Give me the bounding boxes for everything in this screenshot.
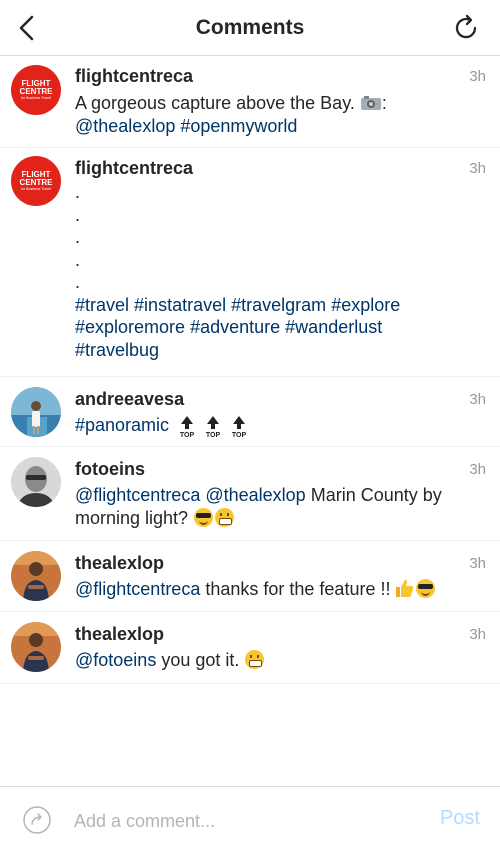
mention-link[interactable]: @flightcentreca [75,485,200,505]
dot-line: . [75,182,81,202]
camera-icon [360,96,381,110]
thumbs-up-icon [396,579,414,597]
avatar[interactable] [11,387,61,437]
comment-text: . . . . . #travel #instatravel #travelgr… [75,181,485,361]
comment-item: thealexlop 3h @fotoeins you got it. [0,612,500,684]
top-arrow-icon: TOP [206,416,221,439]
comment-username[interactable]: flightcentreca [75,66,193,87]
page-title: Comments [195,16,305,39]
hashtag-link[interactable]: #instatravel [134,295,226,315]
hashtag-link[interactable]: #panoramic [75,415,169,435]
user-photo-icon [11,457,61,507]
user-photo-icon [11,551,61,601]
avatar[interactable] [11,622,61,672]
comment-list: FLIGHT CENTRE for Business Travel flight… [0,56,500,684]
flight-centre-logo: FLIGHT CENTRE for Business Travel [11,156,61,206]
comment-item: thealexlop 3h @flightcentreca thanks for… [0,541,500,612]
grinning-emoji-icon [245,650,265,669]
header: Comments [0,0,500,56]
flight-centre-logo: FLIGHT CENTRE for Business Travel [11,65,61,115]
mention-link[interactable]: @thealexlop [75,116,175,136]
mention-link[interactable]: @flightcentreca [75,579,200,599]
dot-line: . [75,249,81,270]
comment-text: @flightcentreca thanks for the feature !… [75,578,485,601]
user-photo-icon [11,622,61,672]
comment-time: 3h [469,555,486,572]
hashtag-link[interactable]: #wanderlust [285,317,382,337]
comment-body: thanks for the feature !! [205,579,391,599]
top-label: TOP [206,432,221,439]
comment-text: @flightcentreca @thealexlop Marin County… [75,484,485,530]
dot-line: . [75,227,81,247]
comment-time: 3h [469,68,486,85]
comment-body: A gorgeous capture above the Bay. [75,93,355,113]
comment-username[interactable]: thealexlop [75,553,164,574]
grinning-emoji-icon [215,508,235,527]
comment-item: FLIGHT CENTRE for Business Travel flight… [0,148,500,377]
comment-text: #panoramic TOP TOP TOP [75,414,485,439]
sunglasses-emoji-icon [194,508,214,527]
reply-icon[interactable] [22,805,52,835]
hashtag-link[interactable]: #adventure [190,317,280,337]
comment-username[interactable]: flightcentreca [75,158,193,179]
comment-time: 3h [469,461,486,478]
mention-link[interactable]: @thealexlop [205,485,305,505]
top-arrow-icon: TOP [180,416,195,439]
comment-colon: : [381,93,387,113]
comment-composer: Post [0,786,500,854]
dot-line: . [75,272,81,292]
comment-text: @fotoeins you got it. [75,649,485,672]
hashtag-link[interactable]: #exploremore [75,317,185,337]
comment-text: A gorgeous capture above the Bay. : @the… [75,92,485,138]
comment-item: andreeavesa 3h #panoramic TOP TOP TOP [0,377,500,447]
comment-time: 3h [469,626,486,643]
post-button[interactable]: Post [440,807,480,830]
comment-input[interactable] [74,809,394,833]
refresh-icon[interactable] [450,12,482,44]
hashtag-link[interactable]: #travelbug [75,340,159,360]
avatar[interactable]: FLIGHT CENTRE for Business Travel [11,65,61,115]
top-label: TOP [180,432,195,439]
comment-item: FLIGHT CENTRE for Business Travel flight… [0,56,500,148]
comment-time: 3h [469,160,486,177]
hashtag-link[interactable]: #travelgram [231,295,326,315]
comment-username[interactable]: andreeavesa [75,389,184,410]
comment-time: 3h [469,391,486,408]
top-label: TOP [232,432,247,439]
comment-username[interactable]: thealexlop [75,624,164,645]
comment-username[interactable]: fotoeins [75,459,145,480]
dot-line: . [75,204,81,225]
comment-item: fotoeins 3h @flightcentreca @thealexlop … [0,447,500,541]
hashtag-link[interactable]: #travel [75,295,129,315]
sunglasses-emoji-icon [416,579,436,598]
avatar[interactable]: FLIGHT CENTRE for Business Travel [11,156,61,206]
comment-body: you got it. [161,650,240,670]
mention-link[interactable]: @fotoeins [75,650,156,670]
user-photo-icon [11,387,61,437]
avatar[interactable] [11,551,61,601]
hashtag-link[interactable]: #explore [331,295,400,315]
hashtag-link[interactable]: #openmyworld [180,116,297,136]
avatar[interactable] [11,457,61,507]
top-arrow-icon: TOP [232,416,247,439]
